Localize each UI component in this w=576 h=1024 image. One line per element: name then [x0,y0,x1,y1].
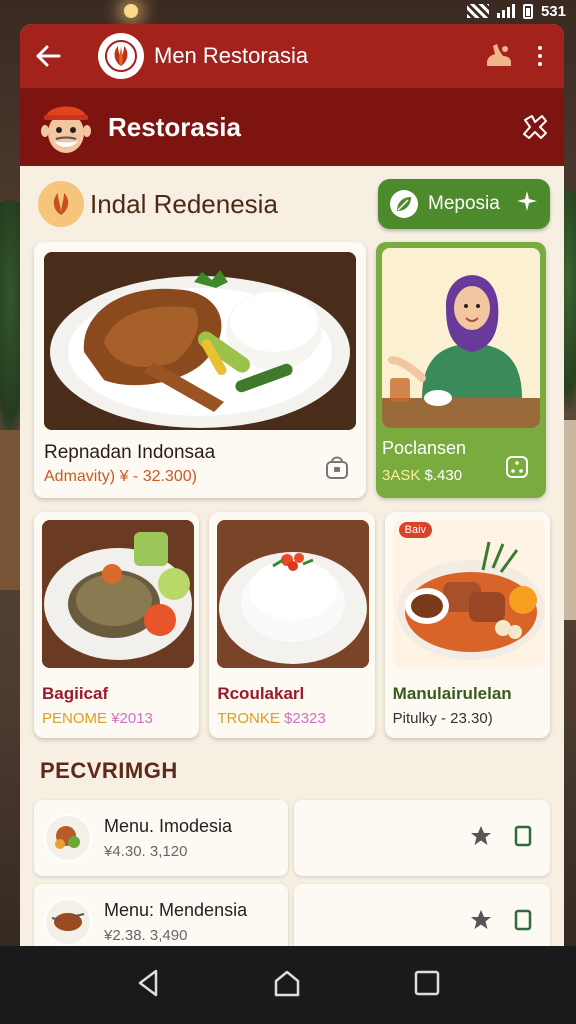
dish-name: Manulairulelan [392,684,512,703]
restaurant-header: Restorasia [20,88,564,166]
dish-price-value: ¥2013 [111,710,153,727]
main-content: Indal Redenesia Meposia Repnadan Indonsa… [20,166,564,946]
list-item[interactable]: Menu: Mendensia ¥2.38. 3,490 [34,884,550,946]
rice-plate-image [217,520,370,668]
list-header: PECVRIMGH [40,758,178,783]
list-item-price: ¥2.38. 3,490 [104,927,188,944]
restaurant-title: Restorasia [108,111,241,142]
leaf-logo-icon [98,33,144,79]
leaf-badge-icon [38,181,84,227]
back-arrow-icon[interactable] [34,42,62,70]
close-icon[interactable] [520,112,550,142]
square-icon[interactable] [514,825,532,852]
square-icon[interactable] [514,909,532,936]
dish-price: PENOME ¥2013 [42,710,191,727]
dish-card[interactable]: Rcoulakarl TRONKE $2323 [209,512,375,738]
meposia-button-label: Meposia [428,193,500,214]
app-bar: Men Restorasia [20,24,564,88]
status-bar: 531 [0,0,576,22]
roast-chicken-image [44,252,356,430]
list-item-name: Menu. Imodesia [104,816,233,836]
list-item-actions [294,800,550,876]
more-menu-icon[interactable] [530,46,550,66]
signal-icon [496,4,515,18]
list-item-name: Menu: Mendensia [104,900,248,920]
list-item-actions [294,884,550,946]
curry-plate-image [392,520,545,668]
dish-card[interactable]: Bagiicaf PENOME ¥2013 [34,512,200,738]
app-title: Men Restorasia [154,43,309,68]
nav-back-icon[interactable] [136,969,160,1002]
dish-price: TRONKE $2323 [217,710,366,727]
dish-price-value: $2323 [284,710,326,727]
list-item-price: ¥4.30. 3,120 [104,843,188,860]
dish-name: Bagiicaf [42,684,109,703]
app-window: Men Restorasia Restorasia Indal Redenesi… [20,24,564,946]
dish-price: Pitulky - 23.30) [392,710,493,727]
featured-dish-card[interactable]: Repnadan Indonsaa Admavity) ¥ - 32.300) [34,242,366,498]
dice-icon[interactable] [504,454,530,480]
battery-icon [522,3,533,19]
list-item-info[interactable]: Menu. Imodesia ¥4.30. 3,120 [34,800,288,876]
status-time: 531 [540,2,566,20]
dish-name: Rcoulakarl [217,684,305,703]
dish-badge: Baiv [398,522,433,538]
section-title: Indal Redenesia [90,188,278,219]
meposia-button[interactable]: Meposia [378,179,550,229]
dish-card[interactable]: Baiv Manulairulelan Pitulky - 23.30) [384,512,550,738]
section-header: Indal Redenesia Meposia [34,179,550,229]
promo-price-value: $.430 [424,467,463,484]
mascot-icon [34,95,98,159]
list-item-thumbnail [44,898,92,946]
featured-dish-name: Repnadan Indonsaa [44,442,216,463]
host-illustration [382,248,540,428]
chef-icon[interactable] [482,39,516,73]
dish-code: PENOME [42,710,108,727]
recents-icon[interactable] [414,970,440,1001]
bag-icon[interactable] [324,454,350,480]
star-icon[interactable] [470,909,492,936]
leaf-icon [390,190,418,218]
sparkle-icon [516,190,538,218]
system-nav-bar [0,946,576,1024]
notification-icon [466,4,489,18]
promo-card[interactable]: Poclansen 3ASK $.430 [376,242,546,498]
list-item[interactable]: Menu. Imodesia ¥4.30. 3,120 [34,800,550,876]
featured-dish-price: Admavity) ¥ - 32.300) [44,468,197,485]
list-item-info[interactable]: Menu: Mendensia ¥2.38. 3,490 [34,884,288,946]
noodle-plate-image [42,520,194,668]
dish-code: TRONKE [217,710,280,727]
list-item-thumbnail [44,814,92,862]
home-icon[interactable] [273,969,301,1002]
star-icon[interactable] [470,825,492,852]
promo-price-code: 3ASK [382,467,421,484]
